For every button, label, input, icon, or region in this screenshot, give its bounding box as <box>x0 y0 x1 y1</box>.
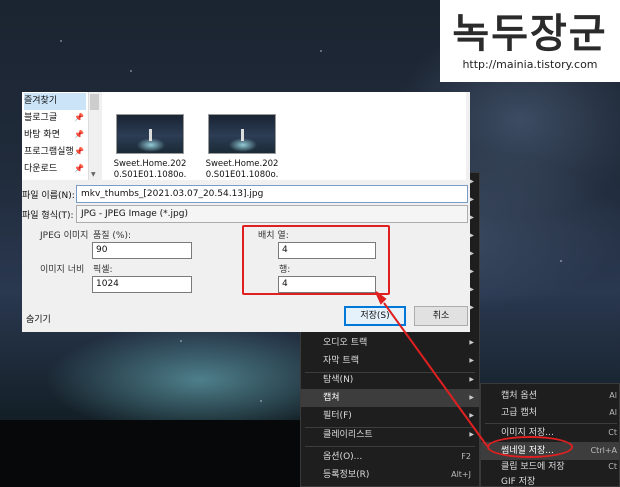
save-button[interactable]: 저장(S) <box>344 306 406 326</box>
submenu-arrow-icon: ▶ <box>469 196 474 203</box>
submenu-arrow-icon: ▶ <box>469 357 474 364</box>
watermark-title: 녹두장군 <box>452 10 608 57</box>
menu-item-label: 자막 트랙 <box>323 356 359 366</box>
layout-annotation-box <box>242 225 390 295</box>
quality-input[interactable]: 90 <box>92 242 192 259</box>
nav-item-label: 프로그램실행 <box>24 147 74 157</box>
menu-item-label: 탐색(N) <box>323 375 354 385</box>
nav-scrollbar[interactable]: ▼ <box>88 92 100 180</box>
submenu-item-advanced-capture[interactable]: 고급 캡처 Al <box>481 404 619 422</box>
file-list: Sweet.Home.2020.S01E01.1080o. Sweet.Home… <box>102 92 466 180</box>
menu-item-label: 등록정보(R) <box>323 470 370 480</box>
submenu-item-label: 캡처 옵션 <box>501 391 537 401</box>
menu-item-navigate[interactable]: 탐색(N) ▶ <box>301 371 479 389</box>
file-item[interactable]: Sweet.Home.2020.S01E01.1080o. <box>204 114 280 181</box>
menu-item-audio-track[interactable]: 오디오 트랙 ▶ <box>301 334 479 352</box>
capture-submenu: 캡처 옵션 Al 고급 캡처 Al 이미지 저장... Ct 썸네일 저장... Ctr… <box>480 383 620 487</box>
quality-label: 품질 (%): <box>93 231 132 241</box>
hide-folders-toggle[interactable]: 숨기기 <box>26 312 51 325</box>
menu-item-label: 필터(F) <box>323 411 352 421</box>
file-thumbnail <box>116 114 184 154</box>
submenu-arrow-icon: ▶ <box>469 286 474 293</box>
submenu-item-label: 클립 보드에 저장 <box>501 462 565 472</box>
menu-item-label: 클레이리스트 <box>323 430 373 440</box>
nav-item-label: 블로그글 <box>24 113 58 123</box>
menu-item-subtitle-track[interactable]: 자막 트랙 ▶ <box>301 352 479 370</box>
filename-input[interactable]: mkv_thumbs_[2021.03.07_20.54.13].jpg <box>76 185 468 203</box>
menu-item-shortcut: F2 <box>461 452 471 461</box>
filetype-label: 파일 형식(T): <box>22 211 74 221</box>
submenu-arrow-icon: ▶ <box>469 431 474 438</box>
width-label: 이미지 너비 <box>40 265 85 275</box>
cancel-button[interactable]: 취소 <box>414 306 468 326</box>
filetype-select[interactable]: JPG - JPEG Image (*.jpg) <box>76 205 468 223</box>
nav-item-label: 즐겨찾기 <box>24 96 58 106</box>
nav-item-favorites[interactable]: 즐겨찾기 <box>24 93 86 110</box>
submenu-arrow-icon: ▶ <box>469 304 474 311</box>
pin-icon: 📌 <box>74 113 84 122</box>
menu-item-properties[interactable]: 등록정보(R) Alt+J <box>301 466 479 484</box>
submenu-item-shortcut: Al <box>609 408 617 417</box>
watermark-logo: 녹두장군 http://mainia.tistory.com <box>440 0 620 82</box>
nav-item-label: 다운로드 <box>24 164 58 174</box>
watermark-url: http://mainia.tistory.com <box>462 57 598 71</box>
file-name: Sweet.Home.2020.S01E01.1080o. <box>113 159 187 180</box>
nav-item-label: 바탕 화면 <box>24 130 60 140</box>
submenu-item-label: 고급 캡처 <box>501 408 537 418</box>
submenu-arrow-icon: ▶ <box>469 339 474 346</box>
submenu-arrow-icon: ▶ <box>469 232 474 239</box>
menu-item-label: 옵션(O)... <box>323 452 363 462</box>
file-thumbnail <box>208 114 276 154</box>
thumbnail-annotation-ellipse <box>487 436 573 458</box>
filename-row: 파일 이름(N): mkv_thumbs_[2021.03.07_20.54.1… <box>22 185 470 205</box>
menu-item-shortcut: Alt+J <box>451 470 471 479</box>
submenu-item-shortcut: Al <box>609 391 617 400</box>
width-input[interactable]: 1024 <box>92 276 192 293</box>
submenu-arrow-icon: ▶ <box>469 250 474 257</box>
submenu-arrow-icon: ▶ <box>469 376 474 383</box>
jpeg-label: JPEG 이미지 <box>40 231 89 241</box>
submenu-item-capture-options[interactable]: 캡처 옵션 Al <box>481 387 619 405</box>
menu-separator <box>305 446 475 447</box>
save-thumbnails-dialog: 즐겨찾기 블로그글 📌 바탕 화면 📌 프로그램실행 📌 다운로드 📌 ▼ Sw… <box>22 92 470 332</box>
navigation-pane: 즐겨찾기 블로그글 📌 바탕 화면 📌 프로그램실행 📌 다운로드 📌 ▼ <box>22 92 100 180</box>
file-name: Sweet.Home.2020.S01E01.1080o. <box>205 159 279 180</box>
submenu-arrow-icon: ▶ <box>469 268 474 275</box>
submenu-arrow-icon: ▶ <box>469 412 474 419</box>
pin-icon: 📌 <box>74 130 84 139</box>
menu-item-options[interactable]: 옵션(O)... F2 <box>301 448 479 466</box>
submenu-arrow-icon: ▶ <box>469 214 474 221</box>
filename-label: 파일 이름(N): <box>22 191 75 201</box>
menu-item-playlist[interactable]: 클레이리스트 ▶ <box>301 426 479 444</box>
scrollbar-thumb[interactable] <box>90 94 99 110</box>
scroll-down-icon[interactable]: ▼ <box>91 171 96 178</box>
pin-icon: 📌 <box>74 164 84 173</box>
menu-item-label: 캡쳐 <box>323 393 340 403</box>
submenu-arrow-icon: ▶ <box>469 394 474 401</box>
file-item[interactable]: Sweet.Home.2020.S01E01.1080o. <box>112 114 188 181</box>
menu-item-capture[interactable]: 캡쳐 ▶ <box>301 389 479 407</box>
pixel-label: 픽셀: <box>93 265 113 275</box>
menu-item-label: 오디오 트랙 <box>323 338 368 348</box>
submenu-item-shortcut: Ct <box>608 428 617 437</box>
submenu-item-save-gif[interactable]: GIF 저장 <box>481 473 619 487</box>
pin-icon: 📌 <box>74 147 84 156</box>
menu-item-filter[interactable]: 필터(F) ▶ <box>301 407 479 425</box>
submenu-item-label: GIF 저장 <box>501 477 536 487</box>
submenu-arrow-icon: ▶ <box>469 178 474 185</box>
